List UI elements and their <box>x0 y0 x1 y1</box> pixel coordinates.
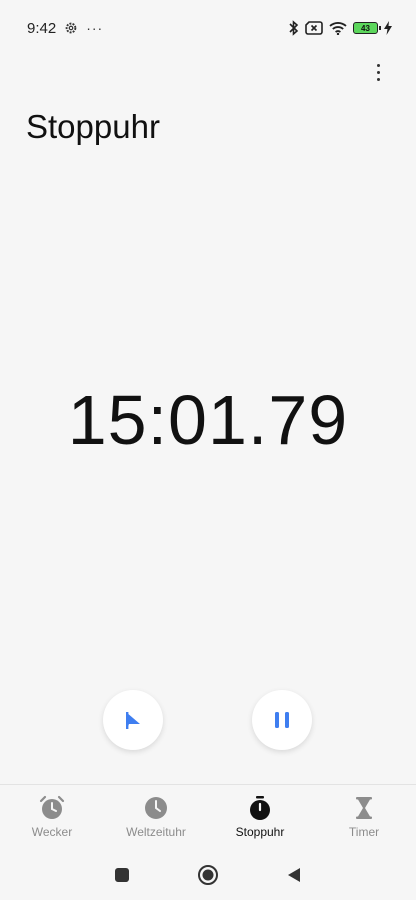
tab-label: Timer <box>348 825 380 839</box>
menu-dot-icon <box>376 70 380 74</box>
status-right: 43 <box>289 20 392 36</box>
menu-dot-icon <box>376 63 380 67</box>
settings-gear-icon <box>65 22 77 34</box>
home-circle-icon[interactable] <box>197 864 219 886</box>
stopwatch-icon <box>250 796 270 820</box>
bluetooth-icon <box>289 20 299 36</box>
no-sim-icon <box>305 21 323 35</box>
more-options-button[interactable] <box>368 60 388 84</box>
status-bar: 9:42 ··· 43 <box>0 0 416 56</box>
notification-overflow: ··· <box>86 20 104 36</box>
battery-indicator: 43 <box>353 22 381 34</box>
page-title: Stoppuhr <box>26 108 160 145</box>
tab-label: Stoppuhr <box>235 825 285 839</box>
pause-icon <box>275 712 289 728</box>
clock-icon <box>145 797 167 819</box>
lap-button[interactable] <box>103 690 163 750</box>
menu-dot-icon <box>376 77 380 81</box>
tab-label: Wecker <box>31 825 73 839</box>
tab-label: Weltzeituhr <box>126 825 186 839</box>
flag-icon <box>126 712 140 729</box>
tab-timer[interactable]: Timer <box>312 788 416 846</box>
bottom-tab-bar: Wecker Weltzeituhr Stoppuhr Timer <box>0 788 416 846</box>
alarm-icon <box>39 795 65 819</box>
system-nav-bar <box>0 850 416 900</box>
status-time: 9:42 <box>27 19 57 37</box>
back-triangle-icon[interactable] <box>285 866 303 884</box>
tabbar-divider <box>0 784 416 785</box>
tab-wecker[interactable]: Wecker <box>0 788 104 846</box>
hourglass-icon <box>356 797 372 819</box>
recents-square-icon[interactable] <box>113 866 131 884</box>
status-left: 9:42 ··· <box>27 20 103 37</box>
wifi-icon <box>329 22 347 35</box>
tab-weltzeituhr[interactable]: Weltzeituhr <box>104 788 208 846</box>
pause-button[interactable] <box>252 690 312 750</box>
charging-bolt-icon <box>384 21 392 35</box>
tab-stoppuhr[interactable]: Stoppuhr <box>208 788 312 846</box>
stopwatch-time: 15:01.79 <box>67 381 349 459</box>
